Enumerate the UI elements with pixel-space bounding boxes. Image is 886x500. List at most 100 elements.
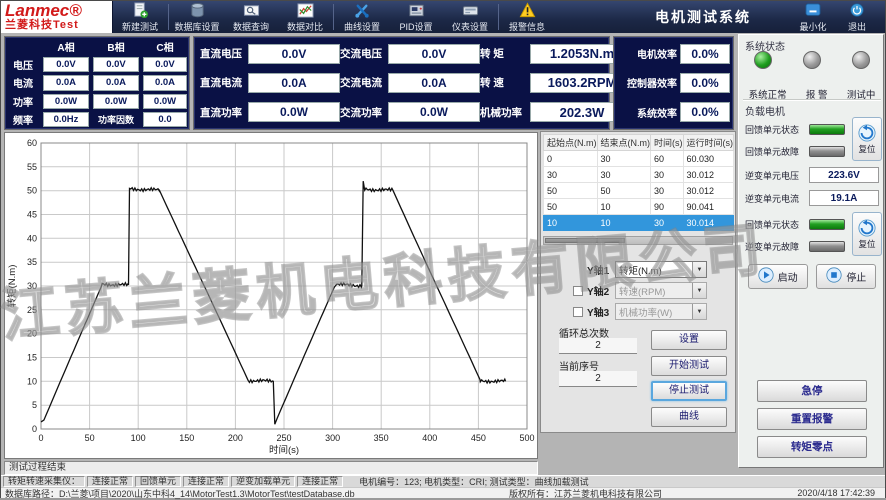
- reset-button-label: 复位: [858, 143, 875, 155]
- reset-button-2[interactable]: 复位: [852, 212, 882, 256]
- steps-table-row[interactable]: 30303030.012: [544, 167, 734, 183]
- start-test-button[interactable]: 开始测试: [651, 356, 727, 376]
- steps-col-header[interactable]: 起始点(N.m): [544, 135, 598, 151]
- minimize-button[interactable]: 最小化: [791, 1, 835, 33]
- current-c-value: 0.0A: [143, 75, 187, 90]
- reset-arrows-icon: [858, 219, 876, 237]
- toolbar-pid-settings[interactable]: PID设置: [389, 1, 443, 33]
- ac-row: 交流电压0.0V: [340, 41, 480, 66]
- axis-combo[interactable]: 转矩(N.m)▼: [615, 261, 707, 278]
- steps-cell: 90.041: [683, 199, 734, 215]
- svg-text:25: 25: [27, 305, 37, 315]
- voltage-a-value: 0.0V: [43, 57, 89, 72]
- phase-c-header: C相: [141, 37, 189, 55]
- run-button-label: 启动: [778, 269, 798, 284]
- status-segment: 连接正常: [87, 476, 133, 487]
- current-b-value: 0.0A: [93, 75, 139, 90]
- reset-button-label: 复位: [858, 238, 875, 250]
- toolbar-new-test[interactable]: 新建测试: [113, 1, 167, 33]
- axis-combo[interactable]: 机械功率(W) ▼: [615, 303, 707, 320]
- phase-measurement-panel: A相 B相 C相 电压 0.0V 0.0V 0.0V 电流 0.0A 0.0A …: [4, 36, 190, 130]
- measure-label: 交流功率: [340, 105, 388, 120]
- toolbar-curve-settings[interactable]: 曲线设置: [335, 1, 389, 33]
- toolbar-data-query[interactable]: 数据查询: [224, 1, 278, 33]
- start-button[interactable]: 启动: [748, 264, 808, 289]
- feedback-status-label: 回馈单元状态: [745, 123, 809, 136]
- voltage-row-label: 电压: [5, 55, 41, 73]
- cycle-total-value[interactable]: 2: [559, 338, 637, 354]
- current-a-value: 0.0A: [43, 75, 89, 90]
- axis-checkbox[interactable]: [573, 286, 583, 296]
- toolbar-meter-settings[interactable]: 仪表设置: [443, 1, 497, 33]
- power-c-value: 0.0W: [143, 94, 187, 109]
- current-index-value[interactable]: 2: [559, 371, 637, 387]
- chevron-down-icon[interactable]: ▼: [692, 262, 706, 277]
- steps-cell: 30: [597, 167, 651, 183]
- steps-cell: 30.014: [683, 215, 734, 231]
- efficiency-value: 0.0%: [680, 44, 730, 64]
- svg-text:20: 20: [27, 329, 37, 339]
- steps-cell: 30: [651, 167, 684, 183]
- set-button[interactable]: 设置: [651, 330, 727, 350]
- stop-button[interactable]: 停止: [816, 264, 876, 289]
- inverter-voltage-value: 223.6V: [809, 167, 879, 183]
- window-button-label: 退出: [848, 20, 866, 33]
- run-button-label: 停止: [846, 269, 866, 284]
- chevron-down-icon[interactable]: ▼: [692, 304, 706, 319]
- feedback-status-indicator: [809, 124, 845, 135]
- reset-alarm-button[interactable]: 重置报警: [757, 408, 867, 430]
- measure-label: 转 矩: [480, 46, 530, 61]
- efficiency-label: 电机效率: [617, 46, 677, 61]
- power-icon: [849, 2, 865, 19]
- logo-line1: Lanmec®: [5, 2, 108, 20]
- y-axis-label: 转矩(N.m): [6, 265, 18, 308]
- instrument-icon: [408, 2, 425, 19]
- measure-label: 转 速: [480, 75, 530, 90]
- steps-table-hscrollbar[interactable]: [543, 236, 733, 245]
- toolbar-data-compare[interactable]: 数据对比: [278, 1, 332, 33]
- measure-label: 机械功率: [480, 105, 530, 120]
- steps-table-row[interactable]: 0306060.030: [544, 151, 734, 167]
- steps-table-row[interactable]: 50109090.041: [544, 199, 734, 215]
- toolbar-separator: [498, 4, 499, 30]
- phase-b-header: B相: [91, 37, 141, 55]
- toolbar-alarm-info[interactable]: 报警信息: [500, 1, 554, 33]
- steps-col-header[interactable]: 运行时间(s): [683, 135, 734, 151]
- toolbar-separator: [168, 4, 169, 30]
- reset-button-1[interactable]: 复位: [852, 117, 882, 161]
- svg-text:50: 50: [85, 433, 95, 443]
- steps-table-row[interactable]: 50503030.012: [544, 183, 734, 199]
- svg-text:350: 350: [374, 433, 389, 443]
- svg-text:300: 300: [325, 433, 340, 443]
- stop-test-button[interactable]: 停止测试: [651, 381, 727, 401]
- scrollbar-thumb[interactable]: [545, 238, 625, 243]
- chevron-down-icon[interactable]: ▼: [692, 283, 706, 298]
- window-title: 电机测试系统: [655, 7, 751, 27]
- steps-cell: 30: [651, 183, 684, 199]
- steps-cell: 60.030: [683, 151, 734, 167]
- svg-text:400: 400: [422, 433, 437, 443]
- steps-table-row[interactable]: 10103030.014: [544, 215, 734, 231]
- toolbar-db-settings[interactable]: 数据库设置: [170, 1, 224, 33]
- torque-zero-button[interactable]: 转矩零点: [757, 436, 867, 458]
- efficiency-value: 0.0%: [680, 73, 730, 93]
- x-axis-label: 时间(s): [269, 444, 299, 456]
- axis-combo[interactable]: 转速(RPM)▼: [615, 282, 707, 299]
- steps-col-header[interactable]: 时间(s): [651, 135, 684, 151]
- axis-checkbox[interactable]: [573, 307, 583, 317]
- measurement-panel: 直流电压0.0V直流电流0.0A直流功率0.0W交流电压0.0V交流电流0.0A…: [193, 36, 610, 130]
- ac-row: 交流电流0.0A: [340, 70, 480, 95]
- power-factor-label: 功率因数: [91, 111, 141, 129]
- estop-button[interactable]: 急停: [757, 380, 867, 402]
- axis-combo-value: 机械功率(W): [619, 305, 672, 319]
- measure-label: 直流电压: [200, 46, 248, 61]
- load-motor-title: 负载电机: [745, 103, 785, 118]
- new-doc-icon: [132, 2, 149, 19]
- voltage-b-value: 0.0V: [93, 57, 139, 72]
- steps-cell: 10: [597, 215, 651, 231]
- dc-row: 直流功率0.0W: [200, 100, 340, 125]
- curve-button[interactable]: 曲线: [651, 407, 727, 427]
- steps-col-header[interactable]: 结束点(N.m): [597, 135, 651, 151]
- exit-button[interactable]: 退出: [835, 1, 879, 33]
- test-steps-table[interactable]: 起始点(N.m)结束点(N.m)时间(s)运行时间(s) 0306060.030…: [543, 134, 734, 231]
